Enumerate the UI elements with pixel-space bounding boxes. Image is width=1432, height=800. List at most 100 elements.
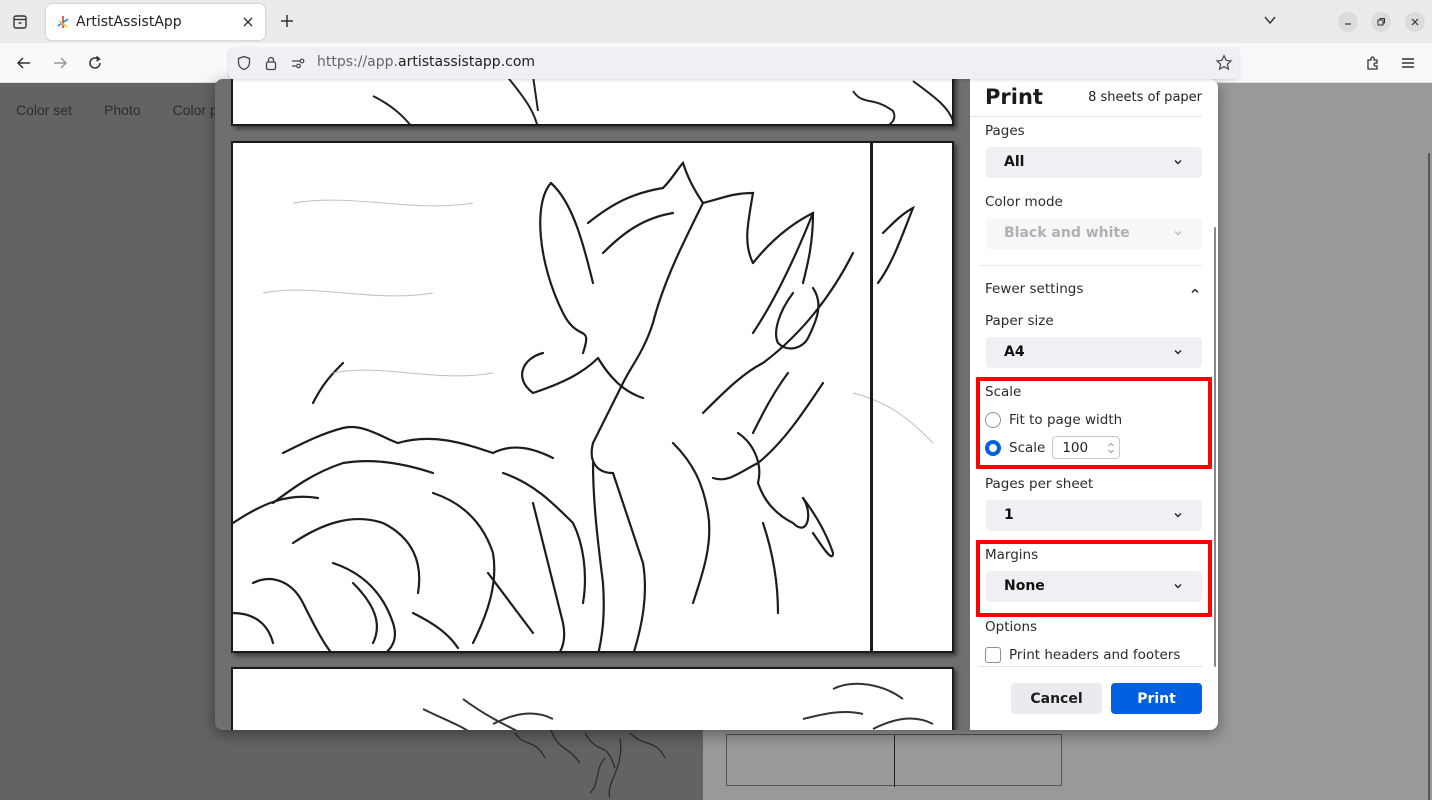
print-headers-footers-option[interactable]: Print headers and footers: [985, 647, 1180, 663]
pages-label: Pages: [985, 123, 1025, 139]
lock-icon: [265, 56, 277, 71]
nav-item-color-picker[interactable]: Color p: [173, 102, 218, 118]
table-divider: [894, 735, 895, 787]
preview-sheet: [231, 141, 954, 653]
page-edge-line: [870, 143, 873, 651]
preview-sheet: [231, 667, 954, 730]
print-title: Print: [985, 85, 1043, 109]
arrow-right-icon: [54, 57, 68, 69]
permissions-icon: [292, 58, 305, 69]
chevron-down-icon: [1174, 160, 1182, 165]
url-host: artistassistapp.com: [398, 54, 536, 70]
url-prefix: https://app.: [317, 54, 398, 70]
scale-label: Scale: [985, 384, 1022, 400]
print-preview[interactable]: [215, 79, 970, 730]
margins-select[interactable]: None: [986, 571, 1202, 602]
url-bar[interactable]: https://app.artistassistapp.com: [229, 48, 1239, 79]
print-headers-footers-checkbox[interactable]: [985, 647, 1001, 663]
background-sketch: [514, 728, 666, 799]
chevron-up-icon[interactable]: [1189, 285, 1201, 297]
app-menu-button[interactable]: [1396, 51, 1420, 75]
print-button[interactable]: Print: [1111, 683, 1202, 714]
scale-input[interactable]: 100: [1052, 436, 1121, 459]
options-label: Options: [985, 619, 1038, 635]
sheet-drawing: [422, 682, 934, 730]
pages-per-sheet-value: 1: [1004, 507, 1014, 523]
tab-list-icon: [13, 15, 27, 29]
preview-sheet: [231, 79, 954, 126]
restore-window-button[interactable]: [1371, 12, 1391, 32]
chevron-down-icon: [1174, 513, 1182, 518]
color-mode-label: Color mode: [985, 194, 1063, 210]
site-security-button[interactable]: [262, 54, 280, 72]
bookmark-button[interactable]: [1215, 54, 1233, 72]
chevron-down-icon: [1174, 231, 1182, 236]
close-icon: [243, 17, 253, 27]
fit-to-page-width-label: Fit to page width: [1009, 412, 1123, 428]
margins-label: Margins: [985, 547, 1039, 563]
page-scrollbar[interactable]: [1428, 153, 1430, 800]
list-all-tabs-button[interactable]: [1262, 12, 1278, 32]
star-icon: [1215, 54, 1233, 71]
pages-value: All: [1004, 154, 1025, 170]
settings-scrollbar[interactable]: [1214, 227, 1216, 667]
scale-radio[interactable]: [985, 439, 1001, 456]
restore-icon: [1377, 18, 1385, 26]
tracking-protection-button[interactable]: [235, 54, 253, 72]
nav-item-photo[interactable]: Photo: [104, 102, 141, 118]
paper-size-select[interactable]: A4: [986, 337, 1202, 368]
sheet-drawing: [233, 160, 934, 651]
url-text[interactable]: https://app.artistassistapp.com: [317, 54, 535, 70]
artistassist-logo-icon: [57, 16, 69, 28]
print-dialog: Print 8 sheets of paper Pages All Color …: [215, 79, 1218, 730]
close-window-button[interactable]: [1405, 12, 1425, 32]
background-table: [726, 734, 1062, 787]
arrow-left-icon: [16, 57, 30, 69]
tab-list-button[interactable]: [8, 10, 32, 34]
app-nav: Color set Photo Color p: [0, 83, 218, 137]
scale-value: 100: [1062, 440, 1089, 456]
cancel-button[interactable]: Cancel: [1011, 683, 1102, 714]
reload-icon: [89, 55, 101, 69]
paper-size-label: Paper size: [985, 313, 1054, 329]
pages-per-sheet-label: Pages per sheet: [985, 476, 1094, 492]
extensions-button[interactable]: [1361, 51, 1385, 75]
print-header: Print 8 sheets of paper: [970, 79, 1202, 117]
tab-title: ArtistAssistApp: [76, 14, 182, 30]
color-mode-value: Black and white: [1004, 225, 1130, 241]
site-permissions-button[interactable]: [289, 54, 307, 72]
print-headers-footers-label: Print headers and footers: [1009, 647, 1181, 663]
minimize-icon: [1345, 23, 1351, 25]
chevron-down-icon: [1174, 584, 1182, 589]
print-settings-panel: Print 8 sheets of paper Pages All Color …: [970, 79, 1218, 730]
footer-divider: [978, 666, 1202, 667]
sheet-count: 8 sheets of paper: [1088, 90, 1202, 105]
pages-select[interactable]: All: [986, 147, 1202, 178]
chevron-down-icon: [1174, 350, 1182, 355]
pages-per-sheet-select[interactable]: 1: [986, 500, 1202, 531]
close-icon: [1411, 18, 1419, 26]
puzzle-icon: [1367, 56, 1378, 70]
margins-value: None: [1004, 578, 1045, 594]
fit-to-page-width-radio[interactable]: [985, 412, 1001, 428]
spinner-icon[interactable]: [1107, 440, 1115, 456]
browser-tab-bar: ArtistAssistApp: [0, 0, 1432, 43]
fewer-settings-toggle[interactable]: Fewer settings: [985, 281, 1083, 297]
shield-icon: [237, 55, 251, 71]
scale-option[interactable]: Scale 100: [985, 436, 1121, 459]
scale-option-label: Scale: [1009, 439, 1046, 456]
fit-to-page-width-option[interactable]: Fit to page width: [985, 412, 1122, 428]
tab-close-button[interactable]: [237, 11, 259, 33]
plus-icon: [281, 15, 293, 27]
chevron-down-icon: [1264, 16, 1276, 25]
new-tab-button[interactable]: [276, 10, 298, 32]
minimize-window-button[interactable]: [1338, 12, 1358, 32]
back-button[interactable]: [12, 51, 36, 75]
hamburger-icon: [1402, 58, 1414, 68]
nav-item-color-set[interactable]: Color set: [16, 102, 72, 118]
color-mode-select[interactable]: Black and white: [986, 218, 1202, 249]
sheet-drawing: [372, 79, 952, 124]
browser-tab-active[interactable]: ArtistAssistApp: [46, 4, 265, 40]
forward-button[interactable]: [48, 51, 72, 75]
reload-button[interactable]: [83, 51, 107, 75]
